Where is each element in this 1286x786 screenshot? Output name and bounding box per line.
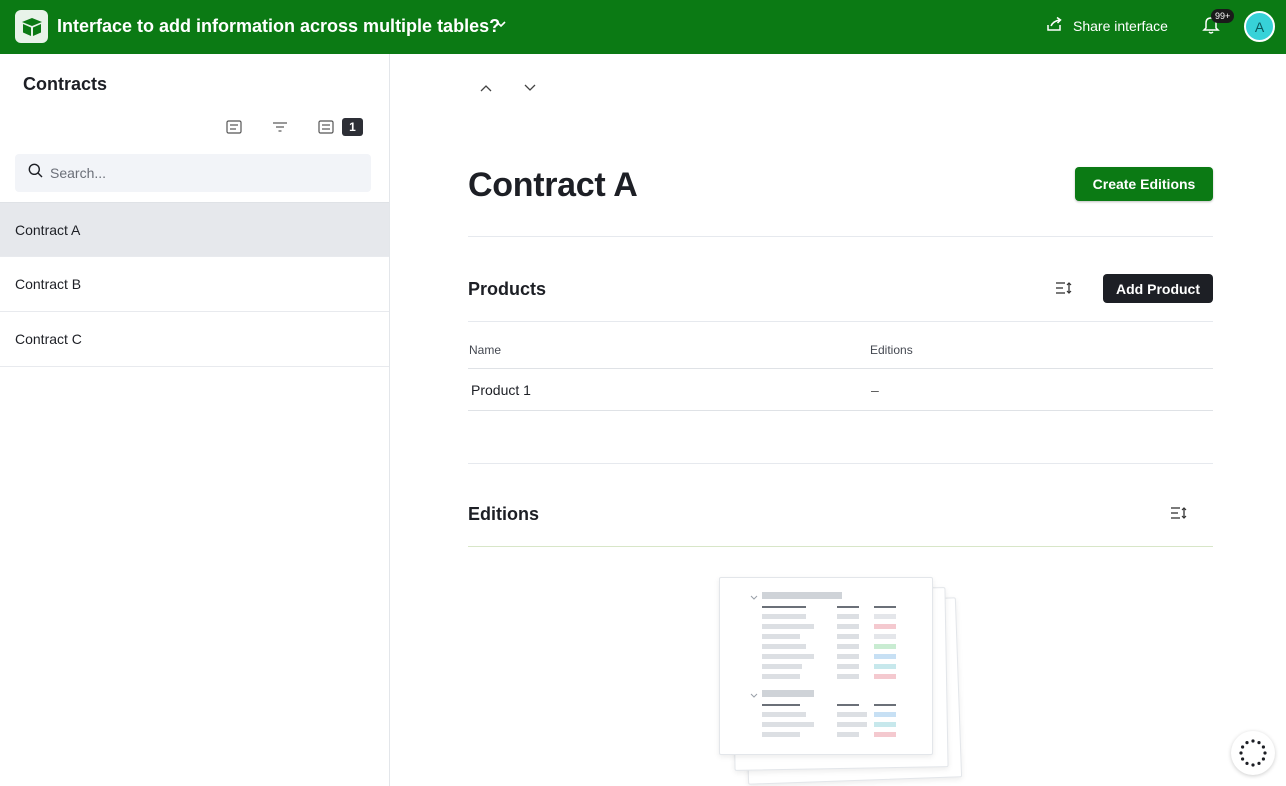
table-divider — [468, 410, 1213, 411]
notification-badge: 99+ — [1211, 9, 1235, 23]
search-input[interactable] — [50, 165, 350, 181]
search-icon — [28, 163, 43, 183]
list-item-contract-c[interactable]: Contract C — [0, 312, 389, 367]
interface-title[interactable]: Interface to add information across mult… — [57, 16, 500, 37]
create-editions-button[interactable]: Create Editions — [1075, 167, 1213, 201]
filter-icon[interactable] — [268, 118, 292, 136]
divider — [468, 463, 1213, 464]
divider — [468, 321, 1213, 322]
sidebar: Contracts 1 Contract A Contract B Contra… — [0, 54, 390, 786]
share-interface-label: Share interface — [1073, 17, 1168, 34]
products-section-title: Products — [468, 279, 547, 299]
page-title: Contract A — [468, 166, 638, 204]
chevron-down-icon[interactable] — [521, 81, 539, 95]
avatar[interactable]: A — [1244, 11, 1275, 42]
filter-count-badge: 1 — [342, 118, 363, 136]
divider — [468, 546, 1213, 547]
product-editions-cell[interactable]: – — [871, 382, 879, 398]
table-divider — [468, 368, 1213, 369]
record-list-icon[interactable] — [222, 118, 246, 136]
top-bar: Interface to add information across mult… — [0, 0, 1286, 54]
loading-spinner-icon — [1231, 731, 1275, 775]
sidebar-title: Contracts — [23, 74, 108, 94]
search-box[interactable] — [15, 154, 371, 192]
editions-section-title: Editions — [468, 504, 539, 524]
record-detail: Contract A Create Editions Products Add … — [390, 54, 1286, 786]
empty-state-illustration — [719, 577, 964, 786]
app-logo-icon[interactable] — [15, 10, 48, 43]
column-header-editions[interactable]: Editions — [870, 343, 913, 357]
chevron-up-icon[interactable] — [477, 81, 495, 95]
sort-icon[interactable] — [1054, 280, 1074, 296]
list-item-contract-a[interactable]: Contract A — [0, 202, 389, 257]
list-item-contract-b[interactable]: Contract B — [0, 257, 389, 312]
share-interface-button[interactable]: Share interface — [1046, 16, 1168, 35]
divider — [468, 236, 1213, 237]
share-icon — [1046, 16, 1064, 35]
column-header-name[interactable]: Name — [469, 343, 501, 357]
sort-icon[interactable] — [1169, 505, 1189, 521]
record-list: Contract A Contract B Contract C — [0, 202, 389, 367]
group-icon[interactable] — [314, 118, 338, 136]
chevron-down-icon[interactable] — [494, 17, 508, 36]
add-product-button[interactable]: Add Product — [1103, 274, 1213, 303]
product-name-cell[interactable]: Product 1 — [471, 382, 531, 398]
